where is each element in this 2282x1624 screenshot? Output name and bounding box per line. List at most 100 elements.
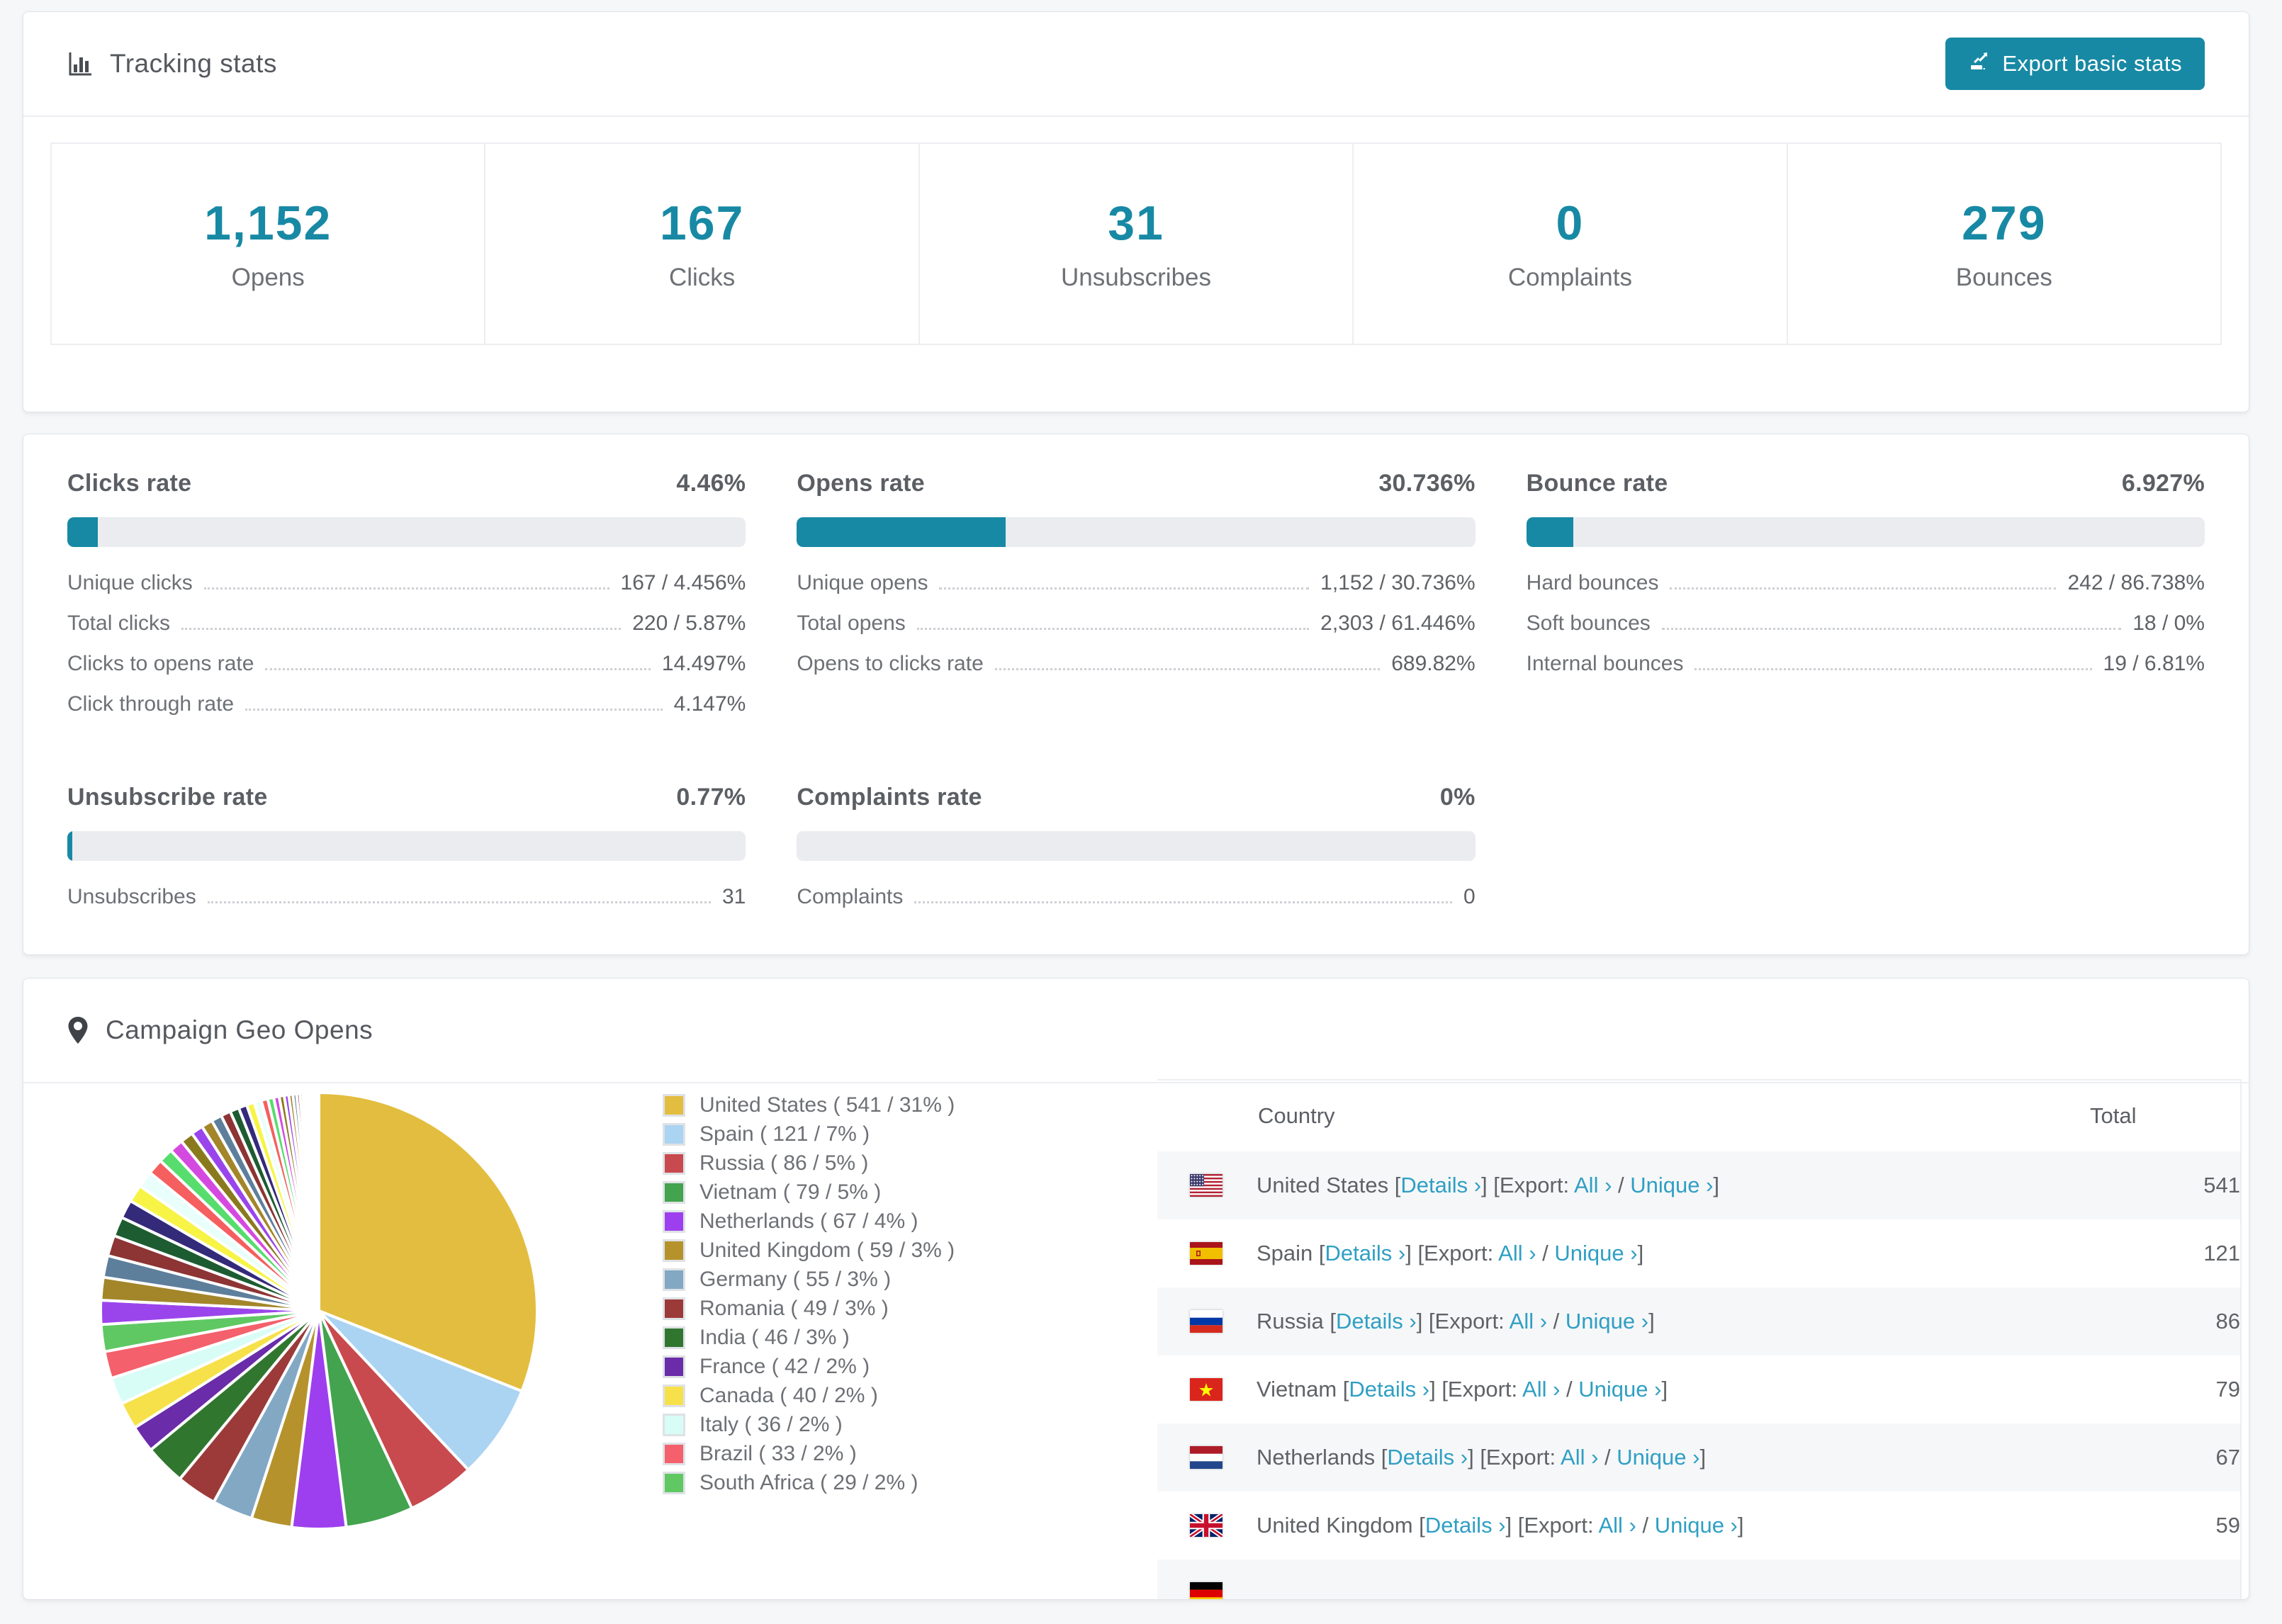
progress-bar	[1526, 517, 2205, 547]
details-link-united-states[interactable]: Details ›	[1400, 1173, 1481, 1197]
stat-box: 1,152 Opens	[50, 142, 486, 345]
legend-label: Romania ( 49 / 3% )	[699, 1296, 889, 1320]
rate-detail-value: 4.147%	[673, 692, 746, 716]
table-row: Spain [Details ›] [Export: All › / Uniqu…	[1157, 1219, 2240, 1287]
export-all-link-netherlands[interactable]: All ›	[1561, 1445, 1598, 1470]
export-unique-link-russia[interactable]: Unique ›	[1566, 1309, 1648, 1333]
details-link-united-kingdom[interactable]: Details ›	[1425, 1513, 1506, 1538]
rate-block-unsubscribe: Unsubscribe rate 0.77% Unsubscribes 31	[67, 784, 746, 925]
legend-label: India ( 46 / 3% )	[699, 1325, 850, 1349]
export-all-link-russia[interactable]: All ›	[1510, 1309, 1547, 1333]
legend-item: Brazil ( 33 / 2% )	[663, 1439, 955, 1468]
country-flag-icon	[1190, 1242, 1222, 1265]
legend-item: Germany ( 55 / 3% )	[663, 1265, 955, 1294]
table-rows: United States [Details ›] [Export: All ›…	[1157, 1151, 2240, 1599]
export-all-link-united-states[interactable]: All ›	[1574, 1173, 1612, 1197]
rate-detail-label: Hard bounces	[1526, 571, 1659, 594]
country-flag-icon	[1190, 1514, 1222, 1537]
legend-item: Romania ( 49 / 3% )	[663, 1294, 955, 1323]
export-basic-stats-button[interactable]: Export basic stats	[1945, 38, 2205, 90]
export-button-label: Export basic stats	[2002, 51, 2182, 76]
details-link-netherlands[interactable]: Details ›	[1387, 1445, 1468, 1470]
dotted-leader	[245, 709, 663, 711]
legend-label: Brazil ( 33 / 2% )	[699, 1441, 857, 1465]
export-all-link-vietnam[interactable]: All ›	[1522, 1377, 1560, 1402]
legend-label: Netherlands ( 67 / 4% )	[699, 1209, 918, 1233]
rate-detail-row: Unique opens 1,152 / 30.736%	[797, 571, 1475, 611]
geo-countries-table: Country Total United States [Details ›] …	[1157, 1079, 2242, 1599]
total-cell: 79	[2215, 1377, 2240, 1402]
legend-label: Germany ( 55 / 3% )	[699, 1267, 892, 1291]
rate-detail-value: 18 / 0%	[2132, 611, 2205, 635]
rate-title: Opens rate	[797, 470, 925, 497]
rate-detail-rows: Unsubscribes 31	[67, 885, 746, 925]
rate-value: 0.77%	[676, 784, 746, 811]
dotted-leader	[1670, 587, 2057, 590]
export-unique-link-vietnam[interactable]: Unique ›	[1578, 1377, 1661, 1402]
dotted-leader	[207, 901, 711, 903]
country-cell: United States [Details ›] [Export: All ›…	[1157, 1173, 2203, 1198]
rate-title: Complaints rate	[797, 784, 982, 811]
country-flag-icon	[1190, 1378, 1222, 1401]
export-unique-link-spain[interactable]: Unique ›	[1554, 1241, 1637, 1265]
geo-pie-chart[interactable]	[90, 1082, 548, 1540]
rate-detail-row: Complaints 0	[797, 885, 1475, 925]
table-row	[1157, 1560, 2240, 1599]
rate-detail-value: 220 / 5.87%	[632, 611, 746, 635]
rate-title: Clicks rate	[67, 470, 192, 497]
rate-detail-row: Unique clicks 167 / 4.456%	[67, 571, 746, 611]
legend-item: Russia ( 86 / 5% )	[663, 1149, 955, 1178]
export-all-link-united-kingdom[interactable]: All ›	[1598, 1513, 1636, 1538]
rate-block-bounce: Bounce rate 6.927% Hard bounces 242 / 86…	[1526, 470, 2205, 733]
legend-label: Vietnam ( 79 / 5% )	[699, 1180, 882, 1204]
dotted-leader	[265, 668, 651, 670]
export-icon	[1968, 50, 1989, 77]
stat-label: Complaints	[1507, 264, 1632, 291]
rate-detail-label: Unique opens	[797, 571, 928, 594]
geo-header: Campaign Geo Opens	[23, 979, 2249, 1083]
dotted-leader	[916, 628, 1310, 630]
country-cell	[1157, 1582, 2240, 1599]
legend-swatch	[663, 1122, 685, 1146]
export-all-link-spain[interactable]: All ›	[1498, 1241, 1536, 1265]
details-link-spain[interactable]: Details ›	[1325, 1241, 1406, 1265]
bar-chart-icon	[67, 51, 93, 77]
table-row: Netherlands [Details ›] [Export: All › /…	[1157, 1423, 2240, 1492]
rate-detail-row: Click through rate 4.147%	[67, 692, 746, 733]
details-link-russia[interactable]: Details ›	[1336, 1309, 1417, 1333]
rate-detail-row: Internal bounces 19 / 6.81%	[1527, 652, 2205, 692]
rate-detail-rows: Unique opens 1,152 / 30.736% Total opens…	[797, 571, 1475, 692]
stat-value: 0	[1556, 196, 1585, 250]
total-cell: 59	[2215, 1513, 2240, 1538]
legend-item: South Africa ( 29 / 2% )	[663, 1468, 955, 1497]
stat-label: Bounces	[1955, 264, 2052, 291]
stat-value: 167	[659, 196, 745, 250]
export-unique-link-netherlands[interactable]: Unique ›	[1617, 1445, 1699, 1470]
total-cell: 541	[2203, 1173, 2240, 1197]
pie-legend: United States ( 541 / 31% ) Spain ( 121 …	[663, 1090, 955, 1497]
legend-swatch	[663, 1209, 685, 1233]
campaign-geo-opens-card: Campaign Geo Opens United States ( 541 /…	[23, 978, 2249, 1600]
export-unique-link-united-states[interactable]: Unique ›	[1630, 1173, 1713, 1197]
stat-value: 279	[1962, 196, 2047, 250]
rates-card: Clicks rate 4.46% Unique clicks 167 / 4.…	[23, 434, 2249, 955]
rate-detail-label: Unsubscribes	[67, 885, 196, 908]
country-cell: Vietnam [Details ›] [Export: All › / Uni…	[1157, 1377, 2216, 1402]
stat-box: 279 Bounces	[1787, 142, 2222, 345]
rate-block-clicks: Clicks rate 4.46% Unique clicks 167 / 4.…	[67, 470, 746, 733]
rate-detail-label: Soft bounces	[1526, 611, 1651, 635]
country-flag-icon	[1190, 1582, 1222, 1599]
stat-box: 0 Complaints	[1354, 142, 1788, 345]
legend-swatch	[663, 1151, 685, 1175]
rate-detail-value: 31	[721, 885, 746, 908]
legend-swatch	[663, 1297, 685, 1320]
export-unique-link-united-kingdom[interactable]: Unique ›	[1655, 1513, 1738, 1538]
country-links-text: Netherlands [Details ›] [Export: All › /…	[1257, 1445, 1707, 1470]
country-links-text: Spain [Details ›] [Export: All › / Uniqu…	[1257, 1241, 1644, 1265]
dotted-leader	[939, 587, 1310, 590]
country-links-text: Russia [Details ›] [Export: All › / Uniq…	[1257, 1309, 1655, 1333]
rate-title: Unsubscribe rate	[67, 784, 268, 811]
rate-detail-label: Opens to clicks rate	[797, 652, 984, 675]
legend-item: France ( 42 / 2% )	[663, 1352, 955, 1381]
details-link-vietnam[interactable]: Details ›	[1349, 1377, 1429, 1402]
